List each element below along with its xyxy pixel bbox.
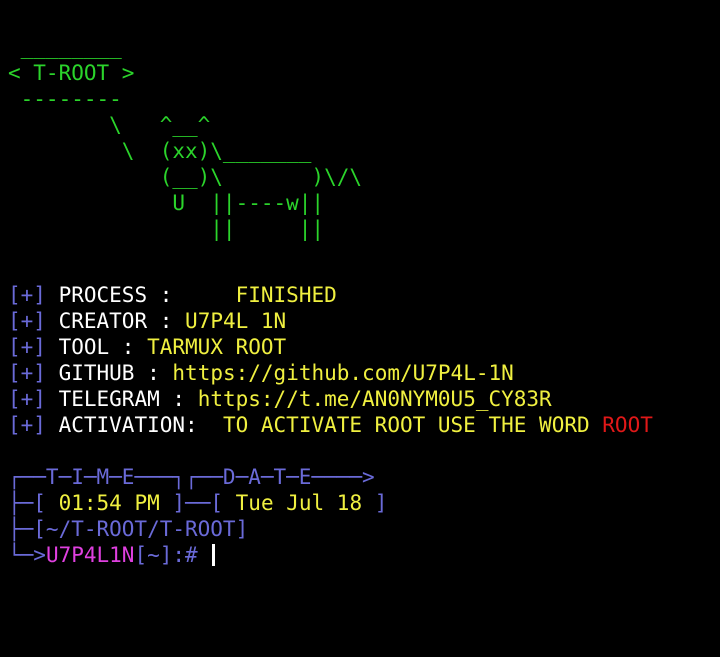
prompt-date: Tue Jul 18 — [235, 491, 363, 515]
prompt-frame: ├─[ — [8, 491, 46, 515]
prompt-frame: ] — [374, 491, 388, 515]
info-row-github: [+] GITHUB : https://github.com/U7P4L-1N — [8, 360, 714, 386]
info-marker: [+] — [8, 283, 46, 307]
info-label: PROCESS : — [58, 283, 173, 307]
info-label: ACTIVATION: — [58, 413, 198, 437]
prompt-frame: ]─ — [172, 491, 198, 515]
text-cursor[interactable] — [212, 544, 216, 566]
info-value: U7P4L 1N — [185, 309, 287, 333]
shell-prompt: ┌──T─I─M─E───┐┌──D─A─T─E────> ├─[ 01:54 … — [8, 464, 714, 568]
prompt-header-line: ┌──T─I─M─E───┐┌──D─A─T─E────> — [8, 465, 375, 489]
info-row-telegram: [+] TELEGRAM : https://t.me/AN0NYM0U5_CY… — [8, 386, 714, 412]
prompt-input-line[interactable]: └─>U7P4L1N[~]:# — [8, 542, 714, 568]
info-row-process: [+] PROCESS : FINISHED — [8, 282, 714, 308]
info-block: [+] PROCESS : FINISHED [+] CREATOR : U7P… — [8, 282, 714, 438]
info-label: CREATOR : — [58, 309, 173, 333]
info-label: TELEGRAM : — [58, 387, 186, 411]
activation-keyword: ROOT — [602, 413, 653, 437]
ascii-banner: ________ < T-ROOT > -------- \ ^__^ \ (x… — [8, 35, 363, 241]
info-marker: [+] — [8, 361, 46, 385]
info-marker: [+] — [8, 309, 46, 333]
telegram-link[interactable]: https://t.me/AN0NYM0U5_CY83R — [198, 387, 552, 411]
info-row-creator: [+] CREATOR : U7P4L 1N — [8, 308, 714, 334]
prompt-time-date-line: ├─[ 01:54 PM ]──[ Tue Jul 18 ] — [8, 490, 714, 516]
prompt-path-line: ├─[~/T-ROOT/T-ROOT] — [8, 517, 249, 541]
terminal-screen[interactable]: ________ < T-ROOT > -------- \ ^__^ \ (x… — [8, 34, 714, 568]
prompt-time: 01:54 PM — [58, 491, 160, 515]
github-link[interactable]: https://github.com/U7P4L-1N — [172, 361, 513, 385]
prompt-cwd: [~]:# — [134, 543, 198, 567]
info-row-activation: [+] ACTIVATION: TO ACTIVATE ROOT USE THE… — [8, 412, 714, 438]
info-label: GITHUB : — [58, 361, 160, 385]
prompt-user: U7P4L1N — [45, 543, 135, 567]
info-row-tool: [+] TOOL : TARMUX ROOT — [8, 334, 714, 360]
info-marker: [+] — [8, 413, 46, 437]
prompt-frame: ─[ — [197, 491, 223, 515]
info-value: TARMUX ROOT — [147, 335, 287, 359]
info-value: TO ACTIVATE ROOT USE THE WORD — [222, 413, 590, 437]
info-label: TOOL : — [58, 335, 135, 359]
info-marker: [+] — [8, 335, 46, 359]
info-value: FINISHED — [235, 283, 337, 307]
info-marker: [+] — [8, 387, 46, 411]
prompt-arrow: └─> — [8, 543, 46, 567]
